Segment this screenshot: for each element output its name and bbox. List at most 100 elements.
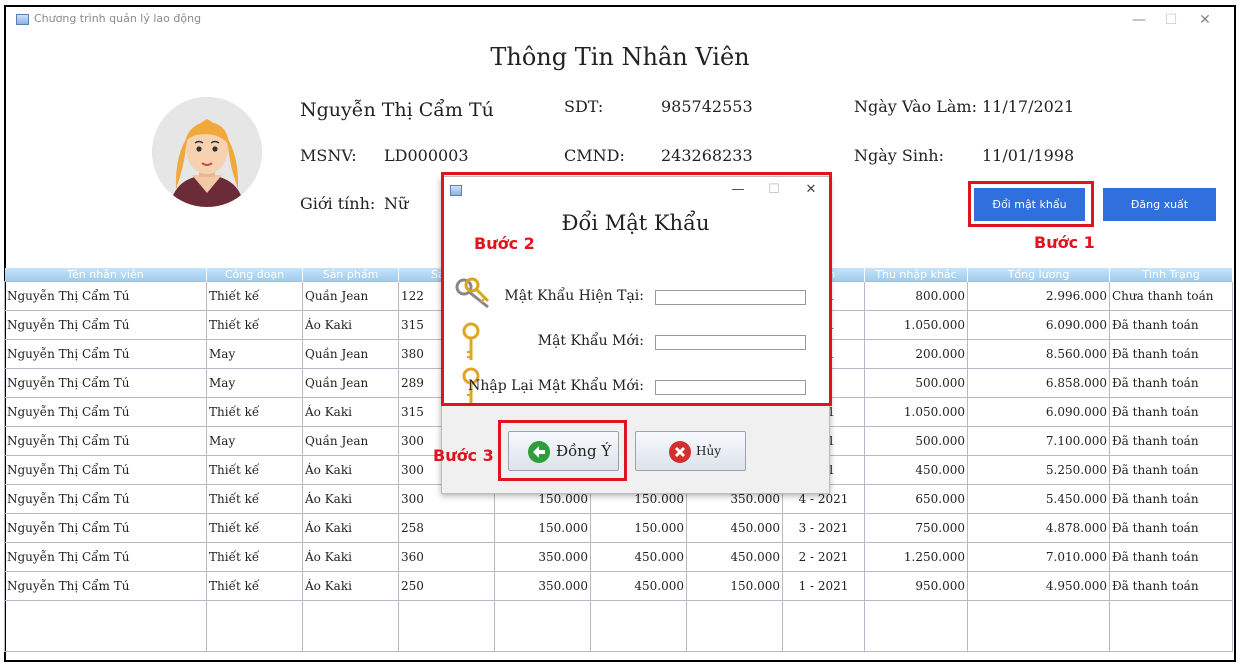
- col-header[interactable]: Thu nhập khác: [864, 268, 968, 282]
- table-cell: Áo Kaki: [302, 571, 399, 601]
- table-cell: Thiết kế: [206, 455, 303, 485]
- table-cell: Nguyễn Thị Cẩm Tú: [4, 571, 207, 601]
- table-cell: Thiết kế: [206, 513, 303, 543]
- table-cell: 200.000: [864, 339, 968, 369]
- table-row[interactable]: Nguyễn Thị Cẩm Tú Thiết kế Áo Kaki 360 350.0…: [4, 542, 1233, 572]
- table-cell: May: [206, 368, 303, 398]
- table-cell: 500.000: [864, 368, 968, 398]
- table-row[interactable]: Nguyễn Thị Cẩm Tú Thiết kế Áo Kaki 250 350.0…: [4, 571, 1233, 601]
- phone-value: 985742553: [661, 97, 753, 116]
- table-cell: 5.450.000: [967, 484, 1110, 514]
- table-cell: Đã thanh toán: [1109, 542, 1233, 572]
- minimize-button[interactable]: —: [1126, 10, 1152, 30]
- id-label: CMND:: [564, 146, 625, 165]
- table-cell: Nguyễn Thị Cẩm Tú: [4, 455, 207, 485]
- col-header[interactable]: Tên nhân viên: [4, 268, 207, 282]
- page-title: Thông Tin Nhân Viên: [490, 43, 750, 71]
- table-cell: Thiết kế: [206, 571, 303, 601]
- table-cell: 150.000: [494, 513, 591, 543]
- table-cell: 450.000: [590, 542, 687, 572]
- close-button[interactable]: ✕: [1192, 10, 1218, 30]
- table-cell: 950.000: [864, 571, 968, 601]
- table-cell: Nguyễn Thị Cẩm Tú: [4, 368, 207, 398]
- table-cell: Đã thanh toán: [1109, 368, 1233, 398]
- cancel-button[interactable]: Hủy: [635, 431, 746, 471]
- table-cell: Nguyễn Thị Cẩm Tú: [4, 513, 207, 543]
- table-cell: [782, 600, 865, 652]
- table-cell: Áo Kaki: [302, 513, 399, 543]
- table-cell: 258: [398, 513, 495, 543]
- x-circle-icon: [669, 441, 691, 463]
- col-header[interactable]: Tình Trạng: [1109, 268, 1233, 282]
- table-cell: 7.010.000: [967, 542, 1110, 572]
- table-cell: Áo Kaki: [302, 542, 399, 572]
- table-cell: May: [206, 426, 303, 456]
- step2-label: Bước 2: [474, 234, 535, 253]
- table-cell: Đã thanh toán: [1109, 484, 1233, 514]
- table-cell: 150.000: [590, 513, 687, 543]
- logout-button[interactable]: Đăng xuất: [1103, 188, 1216, 221]
- msnv-value: LD000003: [384, 146, 469, 165]
- table-cell: Quần Jean: [302, 281, 399, 311]
- table-cell: Thiết kế: [206, 484, 303, 514]
- table-cell: 450.000: [864, 455, 968, 485]
- table-cell: 650.000: [864, 484, 968, 514]
- table-cell: 350.000: [494, 571, 591, 601]
- col-header[interactable]: Sản phẩm: [302, 268, 399, 282]
- table-cell: Thiết kế: [206, 310, 303, 340]
- col-header[interactable]: Tổng lương: [967, 268, 1110, 282]
- table-cell: [302, 600, 399, 652]
- avatar: [152, 97, 262, 207]
- table-cell: 5.250.000: [967, 455, 1110, 485]
- table-cell: 450.000: [686, 513, 783, 543]
- col-header[interactable]: Công đoạn: [206, 268, 303, 282]
- table-cell: [494, 600, 591, 652]
- table-cell: Áo Kaki: [302, 310, 399, 340]
- step3-label: Bước 3: [433, 446, 494, 465]
- step1-highlight: [968, 181, 1094, 227]
- table-cell: Nguyễn Thị Cẩm Tú: [4, 339, 207, 369]
- step3-highlight: [498, 420, 627, 481]
- table-cell: 4.878.000: [967, 513, 1110, 543]
- table-cell: Thiết kế: [206, 397, 303, 427]
- table-cell: 350.000: [494, 542, 591, 572]
- table-cell: 2 - 2021: [782, 542, 865, 572]
- maximize-button[interactable]: ☐: [1158, 10, 1184, 30]
- title-bar: Chương trình quản lý lao động — ☐ ✕: [6, 7, 1234, 33]
- table-cell: 8.560.000: [967, 339, 1110, 369]
- table-cell: 150.000: [686, 571, 783, 601]
- id-value: 243268233: [661, 146, 753, 165]
- table-cell: 7.100.000: [967, 426, 1110, 456]
- table-cell: Quần Jean: [302, 368, 399, 398]
- table-cell: Đã thanh toán: [1109, 397, 1233, 427]
- table-cell: 6.090.000: [967, 397, 1110, 427]
- table-cell: Đã thanh toán: [1109, 310, 1233, 340]
- table-row[interactable]: Nguyễn Thị Cẩm Tú Thiết kế Áo Kaki 258 150.0…: [4, 513, 1233, 543]
- table-cell: [686, 600, 783, 652]
- gender-label: Giới tính:: [300, 194, 376, 213]
- table-cell: Áo Kaki: [302, 484, 399, 514]
- start-date-value: 11/17/2021: [982, 97, 1075, 116]
- table-cell: 360: [398, 542, 495, 572]
- table-cell: Nguyễn Thị Cẩm Tú: [4, 426, 207, 456]
- table-cell: Nguyễn Thị Cẩm Tú: [4, 397, 207, 427]
- employee-name: Nguyễn Thị Cẩm Tú: [300, 99, 494, 121]
- table-cell: Nguyễn Thị Cẩm Tú: [4, 310, 207, 340]
- table-cell: Đã thanh toán: [1109, 571, 1233, 601]
- table-cell: Áo Kaki: [302, 397, 399, 427]
- gender-value: Nữ: [384, 194, 409, 213]
- table-cell: [4, 600, 207, 652]
- table-cell: [1109, 600, 1233, 652]
- avatar-woman-icon: [152, 97, 262, 207]
- table-cell: 1.050.000: [864, 310, 968, 340]
- cancel-label: Hủy: [696, 444, 721, 458]
- table-cell: 6.090.000: [967, 310, 1110, 340]
- step2-highlight: [441, 172, 832, 406]
- table-cell: 750.000: [864, 513, 968, 543]
- table-cell: 1.050.000: [864, 397, 968, 427]
- table-cell: 800.000: [864, 281, 968, 311]
- table-row-empty: [4, 600, 1233, 652]
- table-cell: 3 - 2021: [782, 513, 865, 543]
- start-date-label: Ngày Vào Làm:: [854, 97, 977, 116]
- table-cell: 4.950.000: [967, 571, 1110, 601]
